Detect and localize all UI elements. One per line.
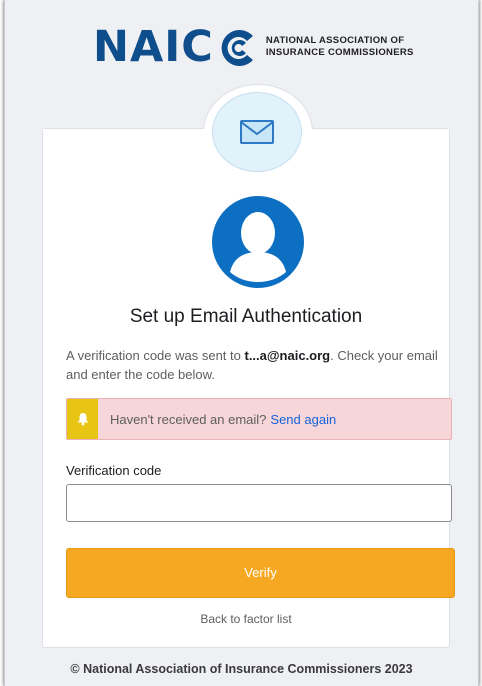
send-again-link[interactable]: Send again bbox=[270, 412, 336, 427]
logo-wordmark: NAIC bbox=[93, 21, 214, 72]
alert-text: Haven't received an email? bbox=[110, 411, 267, 427]
logo-mark-icon bbox=[221, 30, 253, 67]
verification-code-input[interactable] bbox=[66, 484, 452, 522]
naic-logo: NAIC NATIONAL ASSOCIATION OF INSURANCE C… bbox=[93, 24, 414, 70]
user-avatar-icon bbox=[212, 196, 304, 288]
logo-subtitle-line2: INSURANCE COMMISSIONERS bbox=[265, 47, 414, 58]
logo-subtitle: NATIONAL ASSOCIATION OF INSURANCE COMMIS… bbox=[266, 35, 414, 59]
verify-button[interactable]: Verify bbox=[66, 548, 455, 598]
alert-message: Haven't received an email? Send again bbox=[110, 412, 336, 427]
logo-subtitle-line1: NATIONAL ASSOCIATION OF bbox=[265, 35, 405, 46]
bell-icon bbox=[67, 399, 98, 439]
copyright-footer: © National Association of Insurance Comm… bbox=[70, 662, 413, 676]
instructions-prefix: A verification code was sent to bbox=[66, 348, 245, 363]
logo-mark-inner bbox=[231, 40, 246, 56]
resend-alert: Haven't received an email? Send again bbox=[66, 398, 452, 440]
back-to-factor-list-link[interactable]: Back to factor list bbox=[42, 612, 450, 626]
instructions-text: A verification code was sent to t...a@na… bbox=[66, 346, 456, 384]
envelope-icon bbox=[212, 92, 302, 172]
logo-mark-outer bbox=[221, 30, 253, 67]
masked-email: t...a@naic.org bbox=[244, 348, 331, 363]
page-frame: NAIC NATIONAL ASSOCIATION OF INSURANCE C… bbox=[4, 0, 479, 686]
page-title: Set up Email Authentication bbox=[129, 306, 363, 327]
verification-code-label: Verification code bbox=[66, 463, 162, 478]
